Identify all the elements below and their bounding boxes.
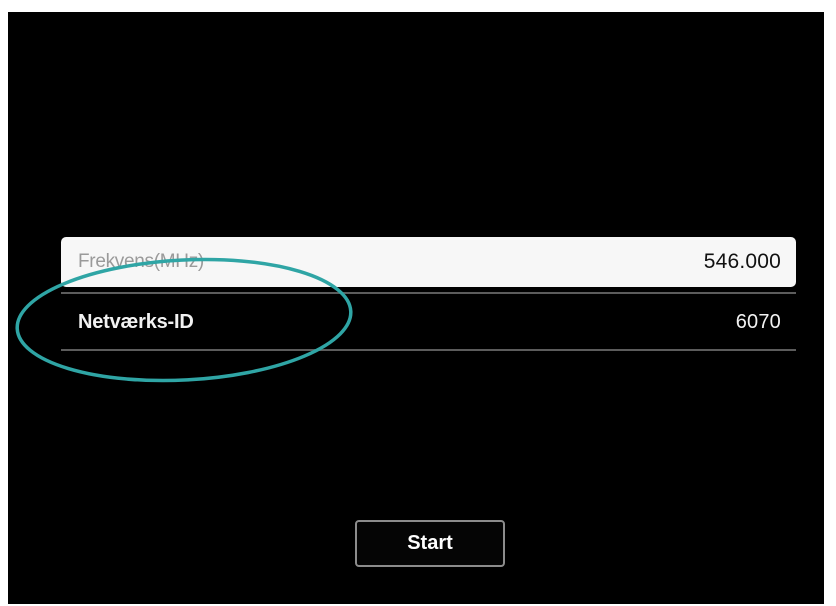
start-button[interactable]: Start xyxy=(355,520,505,567)
tv-settings-screen: Frekvens(MHz) 546.000 Netværks-ID 6070 S… xyxy=(8,12,824,604)
network-id-row[interactable]: Netværks-ID 6070 xyxy=(61,297,796,347)
row-divider xyxy=(61,292,796,294)
frequency-value: 546.000 xyxy=(703,250,781,273)
network-id-label: Netværks-ID xyxy=(78,310,194,333)
frequency-label: Frekvens(MHz) xyxy=(78,251,204,272)
frequency-row[interactable]: Frekvens(MHz) 546.000 xyxy=(61,237,796,287)
network-id-value: 6070 xyxy=(735,310,781,333)
row-divider xyxy=(61,349,796,351)
